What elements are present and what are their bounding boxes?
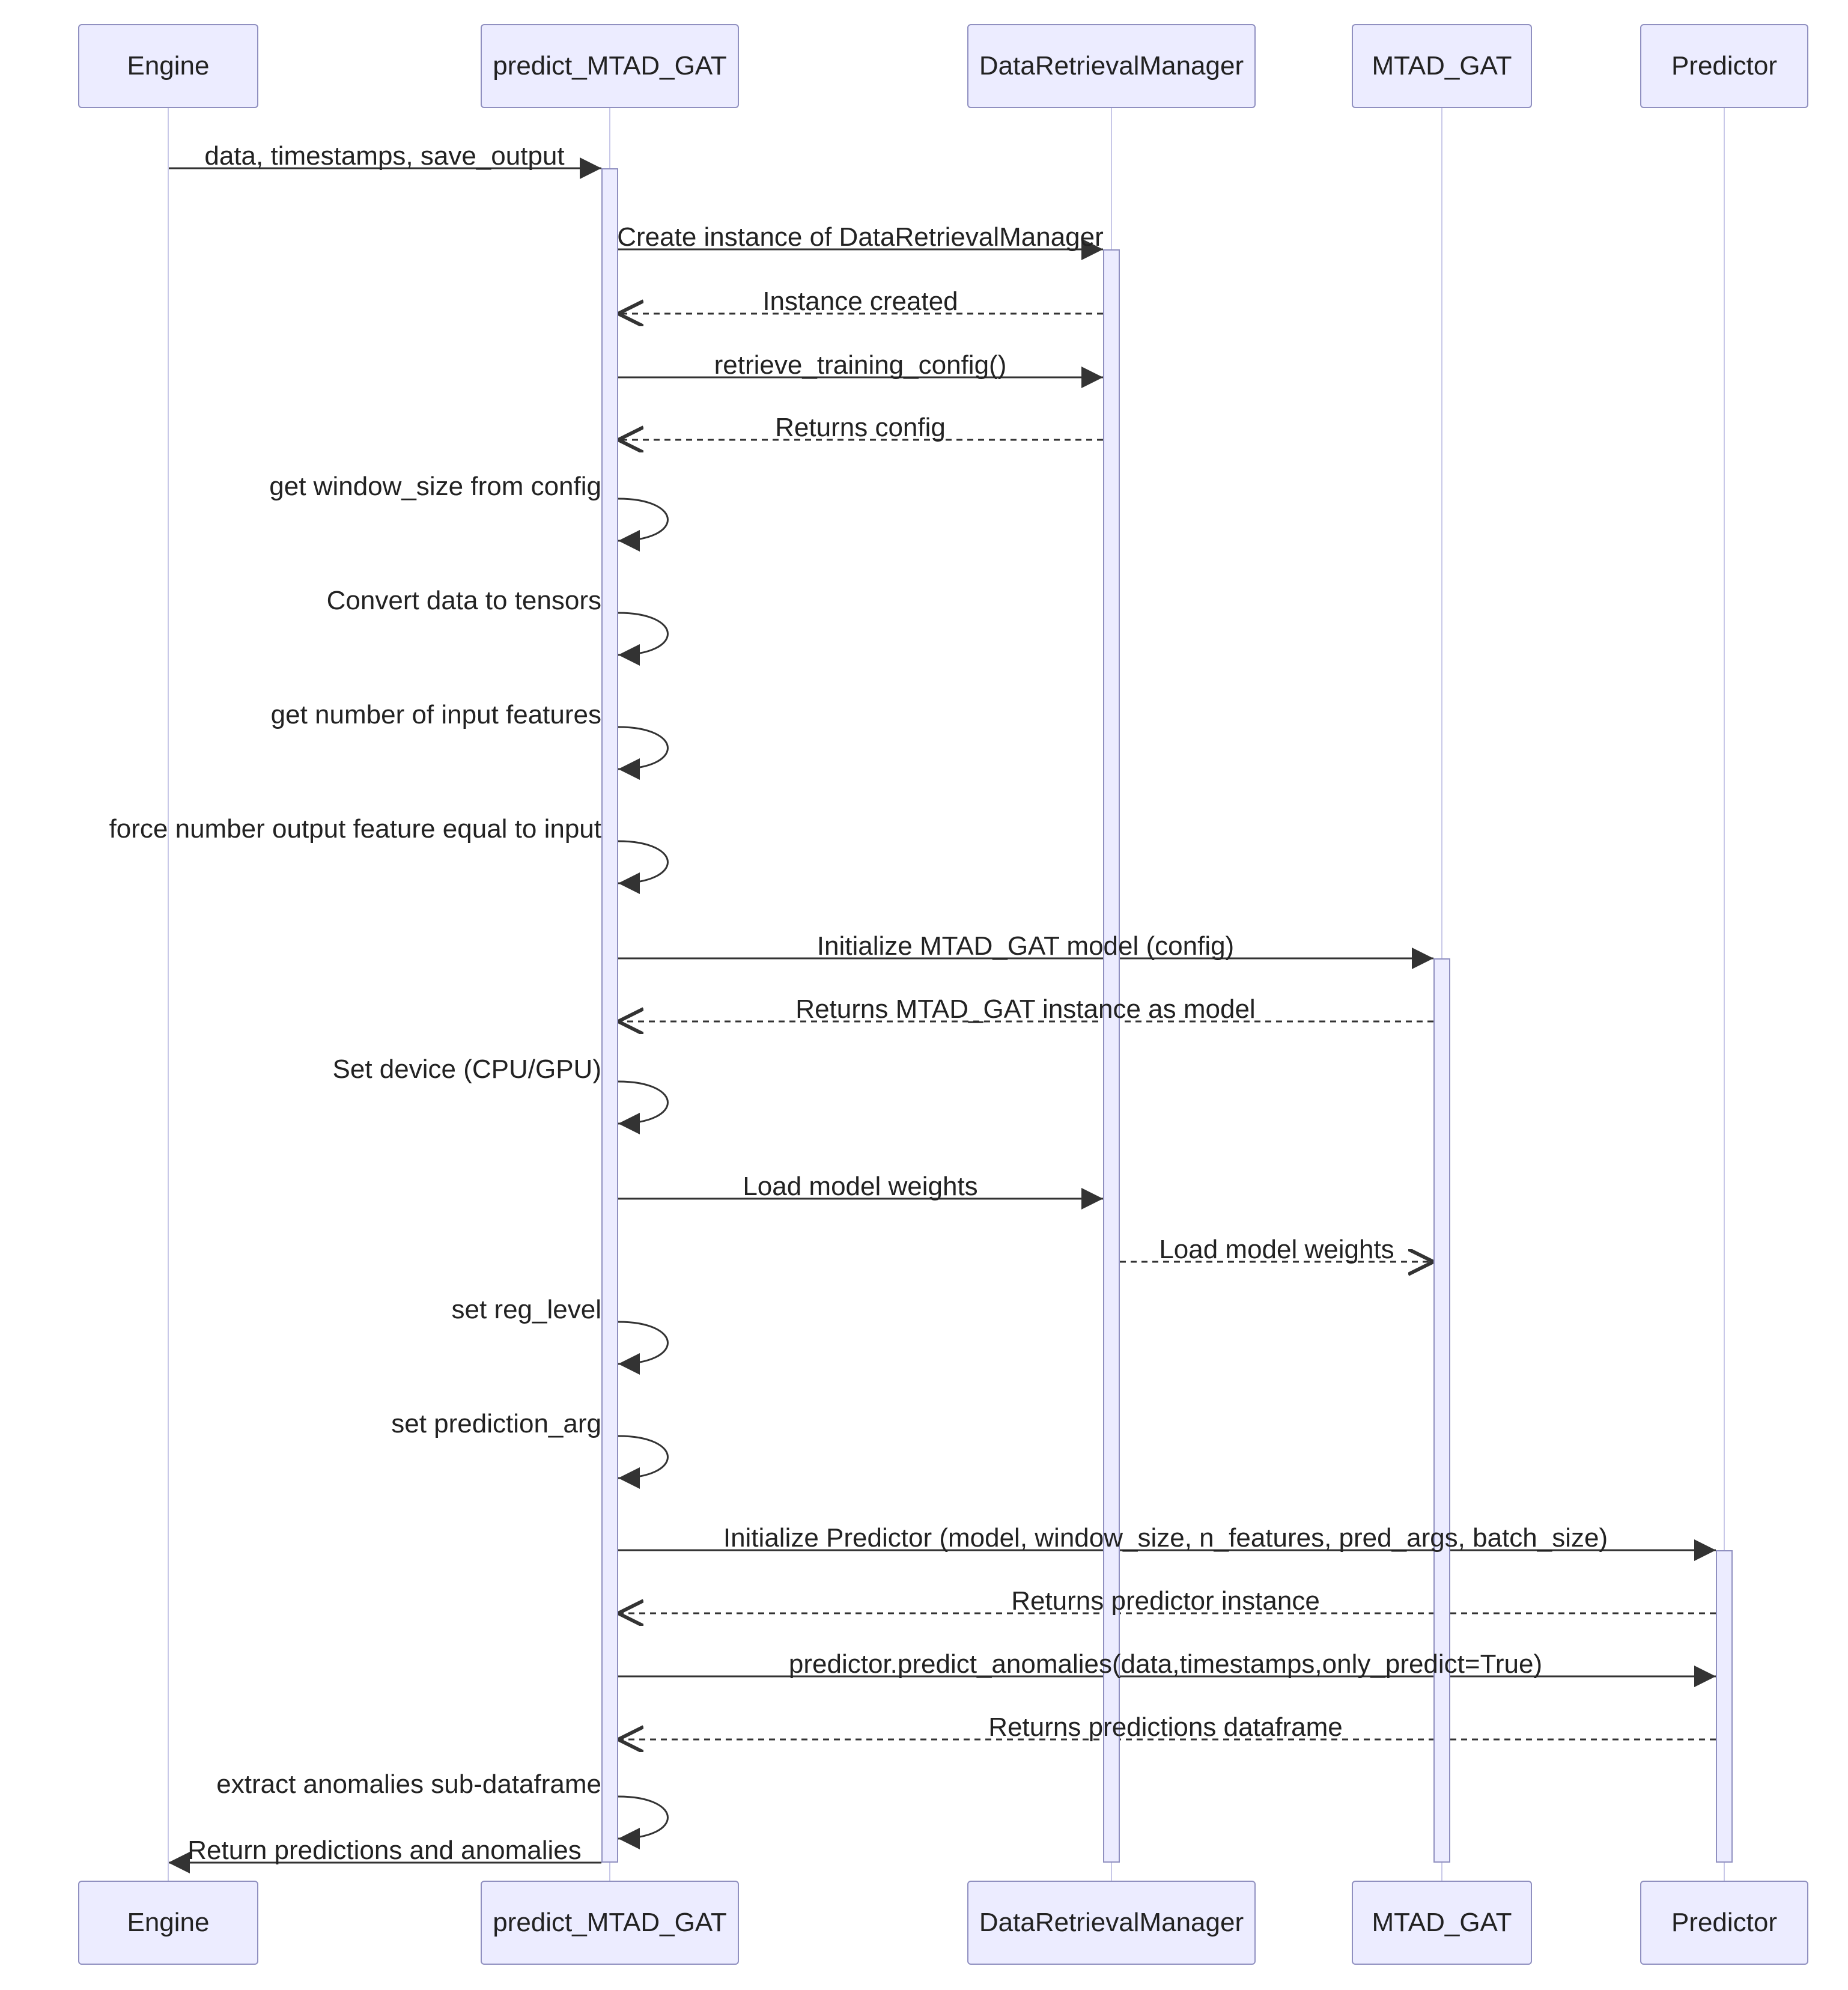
message-label: set reg_level [452,1295,601,1325]
message-label: Returns MTAD_GAT instance as model [795,994,1255,1024]
message-label: data, timestamps, save_output [204,141,564,171]
participant-label: MTAD_GAT [1372,1908,1512,1938]
message-label: Return predictions and anomalies [187,1836,582,1866]
message-label: Instance created [762,287,958,317]
activation-bar [601,168,618,1863]
message-label: Load model weights [1159,1235,1394,1265]
participant-engine: Engine [78,1881,258,1965]
message-label: Set device (CPU/GPU) [333,1054,601,1085]
participant-label: Predictor [1671,1908,1777,1938]
message-label: Returns predictions dataframe [988,1712,1342,1742]
participant-label: Engine [127,51,209,81]
participant-label: DataRetrievalManager [979,1908,1244,1938]
message-label: force number output feature equal to inp… [109,814,601,844]
message-label: get window_size from config [269,472,601,502]
participant-label: Predictor [1671,51,1777,81]
sequence-diagram: Engine Engine predict_MTAD_GAT predict_MTAD… [0,0,1848,1990]
activation-bar [1433,958,1450,1863]
participant-label: MTAD_GAT [1372,51,1512,81]
participant-mtad: MTAD_GAT [1352,24,1532,108]
participant-predict: predict_MTAD_GAT [481,1881,739,1965]
participant-predictor: Predictor [1640,1881,1808,1965]
participant-drm: DataRetrievalManager [967,24,1256,108]
activation-bar [1716,1550,1733,1863]
message-label: retrieve_training_config() [714,350,1007,380]
participant-predict: predict_MTAD_GAT [481,24,739,108]
message-label: Initialize MTAD_GAT model (config) [817,931,1234,961]
participant-label: predict_MTAD_GAT [493,1908,727,1938]
participant-label: Engine [127,1908,209,1938]
participant-label: DataRetrievalManager [979,51,1244,81]
message-label: predictor.predict_anomalies(data,timesta… [789,1649,1542,1679]
message-label: extract anomalies sub-dataframe [216,1769,601,1800]
message-label: Returns predictor instance [1011,1586,1320,1616]
message-label: set prediction_arg [391,1409,601,1439]
participant-mtad: MTAD_GAT [1352,1881,1532,1965]
message-label: Returns config [775,413,946,443]
activation-bar [1103,249,1120,1863]
participant-drm: DataRetrievalManager [967,1881,1256,1965]
participant-label: predict_MTAD_GAT [493,51,727,81]
participant-predictor: Predictor [1640,24,1808,108]
message-label: get number of input features [271,700,601,730]
message-label: Load model weights [743,1172,977,1202]
participant-engine: Engine [78,24,258,108]
message-label: Convert data to tensors [327,586,601,616]
message-label: Initialize Predictor (model, window_size… [723,1523,1608,1553]
message-label: Create instance of DataRetrievalManager [617,222,1104,252]
lifeline-engine [168,108,169,1881]
